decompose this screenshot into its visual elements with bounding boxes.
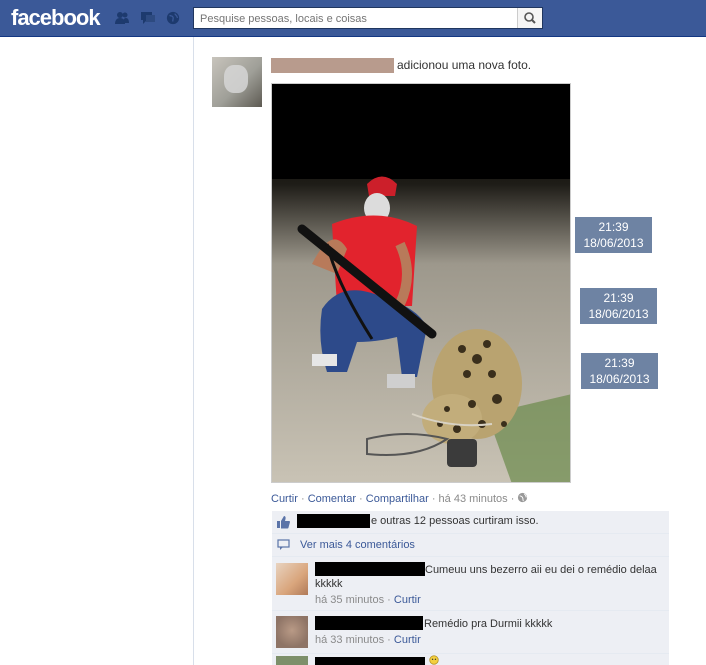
story-action-text: adicionou uma nova foto.	[397, 58, 532, 72]
comment-item: Remédio pra Durmii kkkkk há 33 minutos ·…	[272, 611, 669, 654]
search-icon	[524, 12, 536, 24]
globe-privacy-icon[interactable]	[517, 492, 528, 503]
more-comments-row: Ver mais 4 comentários	[272, 534, 669, 557]
thumbs-up-icon	[277, 516, 290, 529]
post-photo[interactable]	[271, 83, 571, 483]
comment-text: Cumeuu uns bezerro aii eu dei o remédio …	[425, 564, 657, 576]
commenter-name-redacted	[315, 562, 425, 576]
timestamp-stamp: 21:39 18/06/2013	[575, 217, 652, 253]
comment-meta: há 35 minutos · Curtir	[315, 594, 421, 606]
comment-like-link[interactable]: Curtir	[394, 634, 421, 646]
like-link[interactable]: Curtir	[271, 493, 298, 505]
author-name-redacted	[271, 58, 394, 73]
separator: ·	[510, 493, 515, 505]
post-time[interactable]: há 43 minutos	[439, 493, 508, 505]
likes-row: e outras 12 pessoas curtiram isso.	[272, 511, 669, 534]
commenter-name-redacted	[315, 616, 423, 630]
comment-bubble-icon	[277, 539, 290, 550]
commenter-avatar[interactable]	[276, 656, 308, 665]
comment-item-partial	[272, 654, 669, 665]
liker-name-redacted	[297, 514, 370, 528]
comment-like-link[interactable]: Curtir	[394, 594, 421, 606]
post-actions: Curtir · Comentar · Compartilhar · há 43…	[271, 492, 528, 505]
comment-meta: há 33 minutos · Curtir	[315, 634, 421, 646]
comment-link[interactable]: Comentar	[308, 493, 356, 505]
friend-requests-icon[interactable]	[114, 11, 130, 25]
facebook-logo[interactable]: facebook	[11, 5, 101, 31]
search-box	[193, 7, 543, 29]
likes-text[interactable]: e outras 12 pessoas curtiram isso.	[371, 515, 539, 527]
comment-item: Cumeuu uns bezerro aii eu dei o remédio …	[272, 557, 669, 611]
search-input[interactable]	[198, 9, 512, 29]
comment-time[interactable]: há 35 minutos	[315, 594, 384, 606]
comment-text-continued: kkkkk	[315, 578, 343, 590]
search-button[interactable]	[517, 8, 542, 28]
smiley-emoticon-icon	[429, 655, 439, 665]
author-avatar[interactable]	[212, 57, 262, 107]
view-more-comments-link[interactable]: Ver mais 4 comentários	[300, 539, 415, 551]
separator: ·	[387, 594, 391, 606]
separator: ·	[359, 493, 363, 505]
timestamp-stamp: 21:39 18/06/2013	[581, 353, 658, 389]
commenter-avatar[interactable]	[276, 563, 308, 595]
commenter-name-redacted	[315, 657, 425, 665]
timestamp-stamp: 21:39 18/06/2013	[580, 288, 657, 324]
comment-time[interactable]: há 33 minutos	[315, 634, 384, 646]
messages-icon[interactable]	[140, 11, 156, 25]
commenter-avatar[interactable]	[276, 616, 308, 648]
top-bar: facebook	[0, 0, 706, 37]
separator: ·	[431, 493, 436, 505]
share-link[interactable]: Compartilhar	[366, 493, 429, 505]
left-column-divider	[193, 37, 194, 665]
comment-text: Remédio pra Durmii kkkkk	[424, 618, 553, 630]
separator: ·	[300, 493, 305, 505]
separator: ·	[387, 634, 391, 646]
notifications-globe-icon[interactable]	[165, 11, 181, 25]
